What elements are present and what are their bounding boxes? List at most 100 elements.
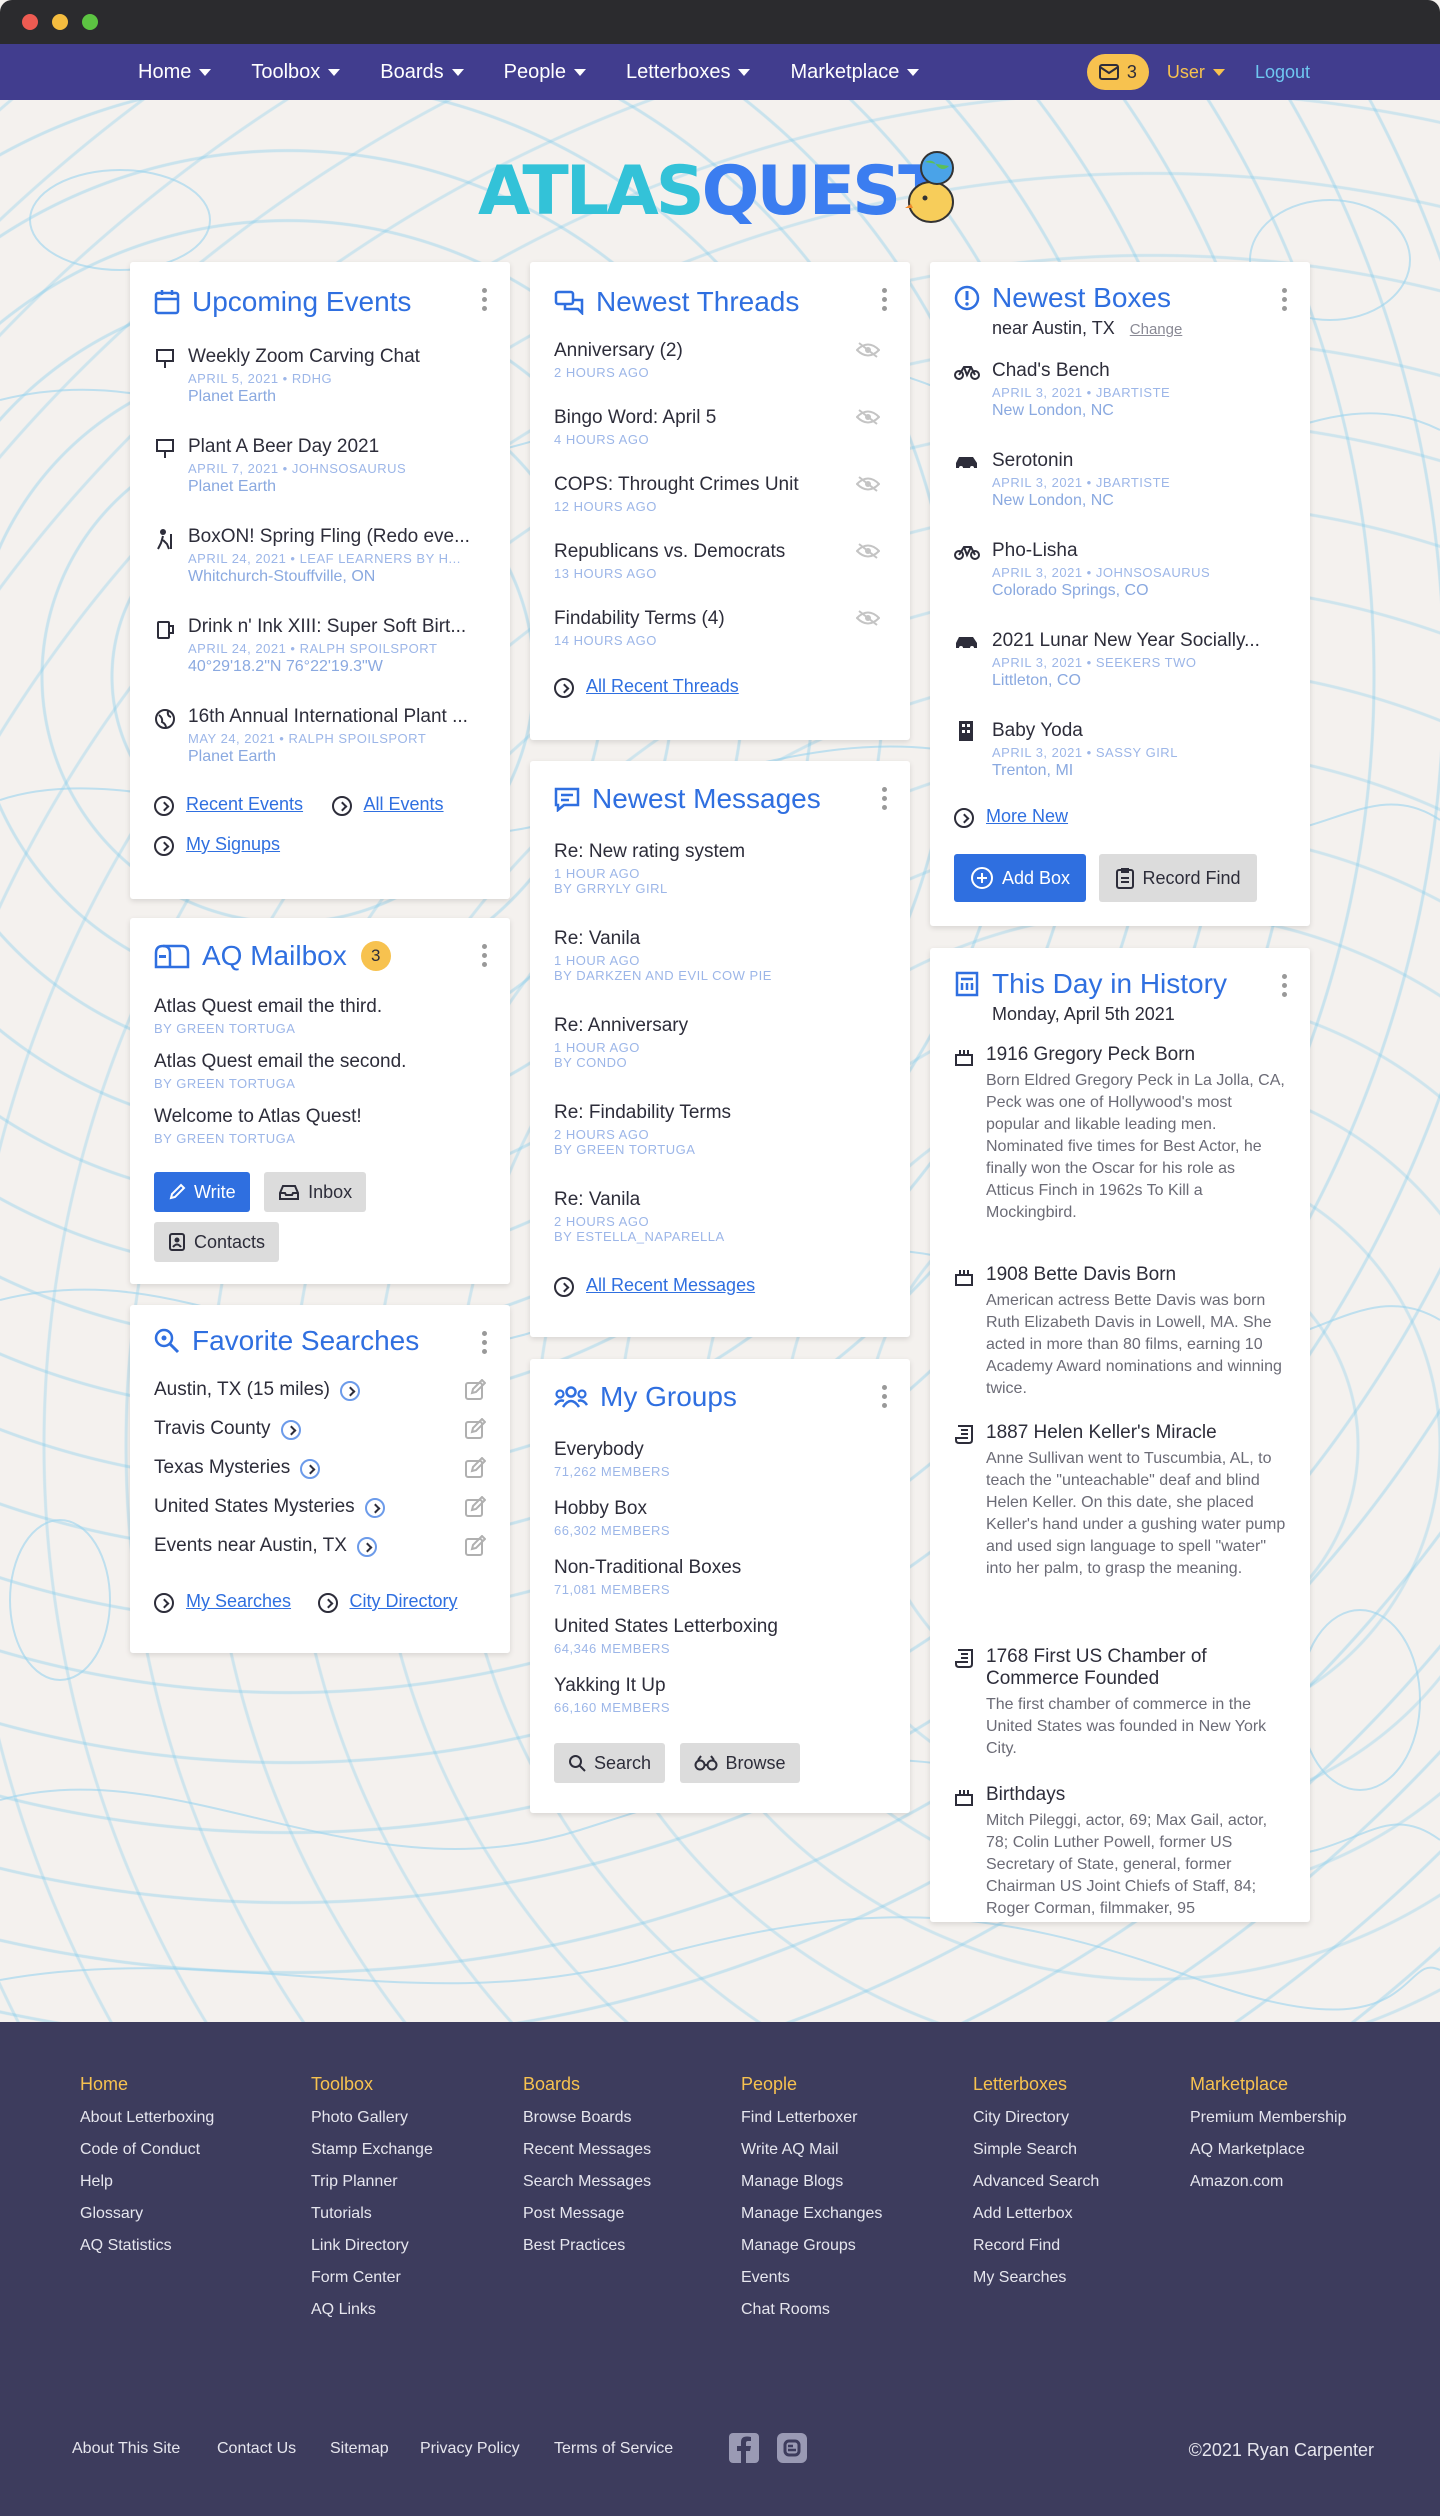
inbox-button[interactable]: Inbox (264, 1172, 367, 1212)
group-item[interactable]: Yakking It Up 66,160 MEMBERS (554, 1675, 886, 1715)
atlasquest-logo[interactable]: ATLASQUEST (478, 150, 958, 260)
nav-letterboxes[interactable]: Letterboxes (626, 61, 751, 84)
edit-icon[interactable] (464, 1535, 486, 1557)
box-item[interactable]: Chad's Bench APRIL 3, 2021 • JBARTISTE New… (954, 360, 1286, 420)
saved-search-item[interactable]: Travis County (154, 1418, 486, 1440)
footer-heading[interactable]: Marketplace (1190, 2074, 1346, 2095)
minimize-window-button[interactable] (52, 14, 68, 30)
about-site-link[interactable]: About This Site (72, 2440, 180, 2458)
mail-item[interactable]: Atlas Quest email the third. BY GREEN TOR… (154, 996, 486, 1036)
record-find-button[interactable]: Record Find (1098, 854, 1257, 902)
more-options-icon[interactable] (482, 1331, 488, 1358)
footer-link[interactable]: Record Find (973, 2237, 1099, 2255)
nav-boards[interactable]: Boards (380, 61, 464, 84)
event-item[interactable]: Plant A Beer Day 2021 APRIL 7, 2021 • JOH… (154, 436, 486, 496)
footer-link[interactable]: Browse Boards (523, 2109, 651, 2127)
footer-link[interactable]: Simple Search (973, 2141, 1099, 2159)
footer-heading[interactable]: Home (80, 2074, 214, 2095)
more-new-link[interactable]: More New (986, 806, 1068, 826)
nav-marketplace[interactable]: Marketplace (790, 61, 920, 84)
footer-link[interactable]: Tutorials (311, 2205, 433, 2223)
edit-icon[interactable] (464, 1418, 486, 1440)
footer-link[interactable]: AQ Statistics (80, 2237, 214, 2255)
footer-link[interactable]: Glossary (80, 2205, 214, 2223)
blogger-icon[interactable] (776, 2432, 808, 2464)
footer-link[interactable]: Chat Rooms (741, 2301, 882, 2319)
sitemap-link[interactable]: Sitemap (330, 2440, 389, 2458)
more-options-icon[interactable] (882, 787, 888, 814)
footer-link[interactable]: Advanced Search (973, 2173, 1099, 2191)
footer-heading[interactable]: People (741, 2074, 882, 2095)
saved-search-item[interactable]: Austin, TX (15 miles) (154, 1379, 486, 1401)
recent-events-link[interactable]: Recent Events (186, 794, 303, 814)
footer-link[interactable]: Link Directory (311, 2237, 433, 2255)
footer-link[interactable]: Trip Planner (311, 2173, 433, 2191)
terms-of-service-link[interactable]: Terms of Service (554, 2440, 673, 2458)
box-item[interactable]: 2021 Lunar New Year Socially... APRIL 3, … (954, 630, 1286, 690)
change-location-link[interactable]: Change (1130, 321, 1183, 338)
message-item[interactable]: Re: Vanila 2 HOURS AGO BY ESTELLA_NAPARELL… (554, 1189, 886, 1244)
user-menu[interactable]: User (1167, 62, 1225, 83)
group-item[interactable]: Hobby Box 66,302 MEMBERS (554, 1498, 886, 1538)
nav-home[interactable]: Home (138, 61, 212, 84)
footer-link[interactable]: Manage Groups (741, 2237, 882, 2255)
my-searches-link[interactable]: My Searches (186, 1591, 291, 1611)
more-options-icon[interactable] (882, 288, 888, 315)
more-options-icon[interactable] (482, 288, 488, 315)
logout-link[interactable]: Logout (1255, 62, 1310, 83)
search-groups-button[interactable]: Search (554, 1743, 666, 1783)
box-item[interactable]: Baby Yoda APRIL 3, 2021 • SASSY GIRL Trent… (954, 720, 1286, 780)
footer-link[interactable]: Post Message (523, 2205, 651, 2223)
footer-link[interactable]: Code of Conduct (80, 2141, 214, 2159)
run-search-icon[interactable] (280, 1419, 301, 1440)
mail-item[interactable]: Atlas Quest email the second. BY GREEN TO… (154, 1051, 486, 1091)
my-signups-link[interactable]: My Signups (186, 834, 280, 854)
footer-heading[interactable]: Boards (523, 2074, 651, 2095)
footer-link[interactable]: Stamp Exchange (311, 2141, 433, 2159)
footer-link[interactable]: Recent Messages (523, 2141, 651, 2159)
event-item[interactable]: Weekly Zoom Carving Chat APRIL 5, 2021 • … (154, 346, 486, 406)
footer-heading[interactable]: Letterboxes (973, 2074, 1099, 2095)
message-item[interactable]: Re: Vanila 1 HOUR AGO BY DARKZEN AND EVIL … (554, 928, 886, 983)
run-search-icon[interactable] (356, 1536, 377, 1557)
thread-item[interactable]: Anniversary (2) 2 HOURS AGO (554, 340, 886, 380)
edit-icon[interactable] (464, 1457, 486, 1479)
add-box-button[interactable]: Add Box (954, 854, 1087, 902)
footer-heading[interactable]: Toolbox (311, 2074, 433, 2095)
message-item[interactable]: Re: Anniversary 1 HOUR AGO BY CONDO (554, 1015, 886, 1070)
footer-link[interactable]: Premium Membership (1190, 2109, 1346, 2127)
footer-link[interactable]: AQ Links (311, 2301, 433, 2319)
footer-link[interactable]: Best Practices (523, 2237, 651, 2255)
footer-link[interactable]: Manage Blogs (741, 2173, 882, 2191)
group-item[interactable]: United States Letterboxing 64,346 MEMBERS (554, 1616, 886, 1656)
thread-item[interactable]: Findability Terms (4) 14 HOURS AGO (554, 608, 886, 648)
city-directory-link[interactable]: City Directory (350, 1591, 458, 1611)
more-options-icon[interactable] (882, 1385, 888, 1412)
maximize-window-button[interactable] (82, 14, 98, 30)
more-options-icon[interactable] (1282, 974, 1288, 1001)
more-options-icon[interactable] (482, 944, 488, 971)
run-search-icon[interactable] (339, 1380, 360, 1401)
all-events-link[interactable]: All Events (364, 794, 444, 814)
footer-link[interactable]: Search Messages (523, 2173, 651, 2191)
thread-item[interactable]: Bingo Word: April 5 4 HOURS AGO (554, 407, 886, 447)
contacts-button[interactable]: Contacts (154, 1222, 280, 1262)
run-search-icon[interactable] (300, 1458, 321, 1479)
footer-link[interactable]: City Directory (973, 2109, 1099, 2127)
box-item[interactable]: Pho-Lisha APRIL 3, 2021 • JOHNSOSAURUS Col… (954, 540, 1286, 600)
footer-link[interactable]: Manage Exchanges (741, 2205, 882, 2223)
eye-slash-icon[interactable] (856, 409, 880, 425)
footer-link[interactable]: Form Center (311, 2269, 433, 2287)
close-window-button[interactable] (22, 14, 38, 30)
mail-item[interactable]: Welcome to Atlas Quest! BY GREEN TORTUGA (154, 1106, 486, 1146)
thread-item[interactable]: COPS: Throught Crimes Unit 12 HOURS AGO (554, 474, 886, 514)
write-button[interactable]: Write (154, 1172, 250, 1212)
eye-slash-icon[interactable] (856, 610, 880, 626)
mail-count-button[interactable]: 3 (1086, 54, 1149, 90)
footer-link[interactable]: AQ Marketplace (1190, 2141, 1346, 2159)
eye-slash-icon[interactable] (856, 342, 880, 358)
eye-slash-icon[interactable] (856, 543, 880, 559)
edit-icon[interactable] (464, 1496, 486, 1518)
run-search-icon[interactable] (364, 1497, 385, 1518)
footer-link[interactable]: Amazon.com (1190, 2173, 1346, 2191)
